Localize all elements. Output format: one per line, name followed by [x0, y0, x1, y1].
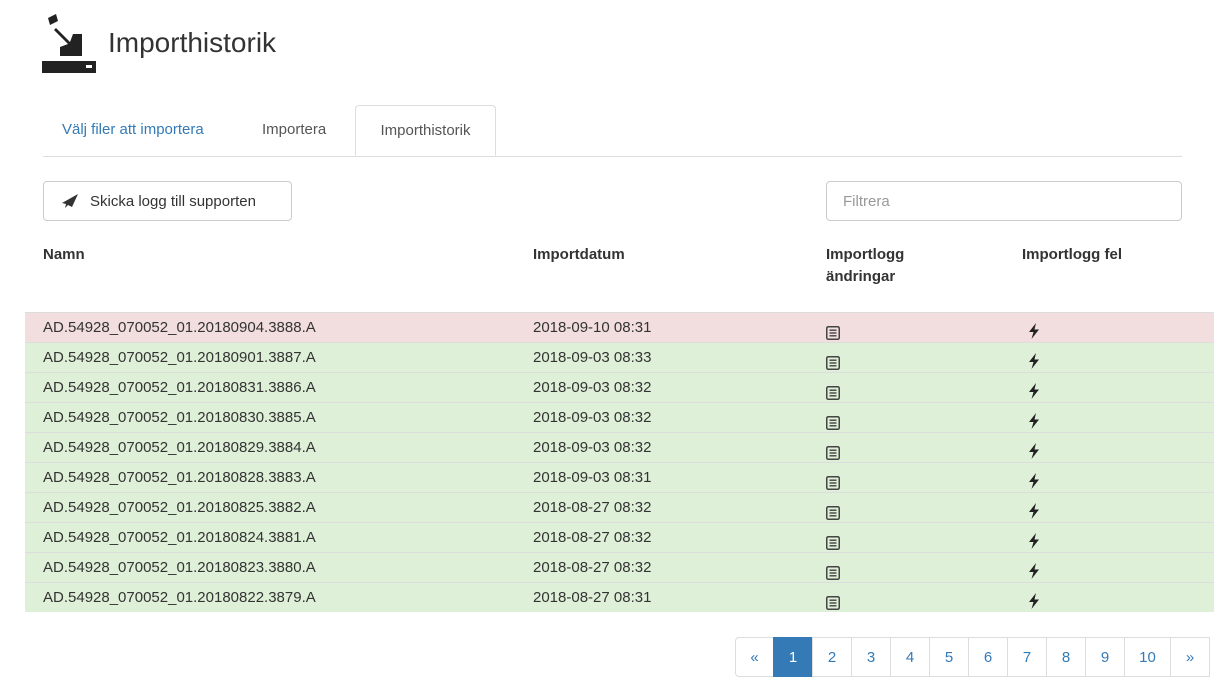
tab-bar: Välj filer att importera Importera Impor…	[43, 105, 1182, 157]
file-name: AD.54928_070052_01.20180831.3886.A	[43, 379, 316, 396]
file-name: AD.54928_070052_01.20180828.3883.A	[43, 469, 316, 486]
page-link[interactable]: 8	[1046, 637, 1086, 677]
file-name: AD.54928_070052_01.20180825.3882.A	[43, 499, 316, 516]
filter-input[interactable]	[826, 181, 1182, 221]
table-row: AD.54928_070052_01.20180828.3883.A 2018-0…	[25, 462, 1214, 492]
file-name: AD.54928_070052_01.20180823.3880.A	[43, 559, 316, 576]
table-row: AD.54928_070052_01.20180824.3881.A 2018-0…	[25, 522, 1214, 552]
file-name: AD.54928_070052_01.20180824.3881.A	[43, 529, 316, 546]
import-date: 2018-08-27 08:32	[533, 499, 652, 516]
pagination-prev[interactable]: «	[735, 637, 774, 677]
import-date: 2018-08-27 08:31	[533, 589, 652, 606]
table-row: AD.54928_070052_01.20180830.3885.A 2018-0…	[25, 402, 1214, 432]
table-row: AD.54928_070052_01.20180904.3888.A 2018-0…	[25, 312, 1214, 342]
page-link[interactable]: 7	[1007, 637, 1047, 677]
column-header-name[interactable]: Namn	[43, 244, 85, 266]
page-header	[42, 14, 98, 76]
list-document-icon[interactable]	[826, 591, 840, 621]
pagination: « 1 2 3 4 5 6 7 8 9 10 »	[735, 637, 1210, 677]
import-date: 2018-08-27 08:32	[533, 529, 652, 546]
page-link[interactable]: 6	[968, 637, 1008, 677]
send-log-button[interactable]: Skicka logg till supporten	[43, 181, 292, 221]
page-link[interactable]: 3	[851, 637, 891, 677]
page-link[interactable]: 1	[773, 637, 813, 677]
table-row: AD.54928_070052_01.20180831.3886.A 2018-0…	[25, 372, 1214, 402]
column-header-date[interactable]: Importdatum	[533, 244, 625, 266]
column-header-log-changes[interactable]: Importlogg ändringar	[826, 244, 936, 288]
table-row: AD.54928_070052_01.20180901.3887.A 2018-0…	[25, 342, 1214, 372]
import-date: 2018-09-03 08:32	[533, 439, 652, 456]
import-date: 2018-09-03 08:32	[533, 379, 652, 396]
table-row: AD.54928_070052_01.20180825.3882.A 2018-0…	[25, 492, 1214, 522]
paper-plane-icon	[62, 194, 78, 208]
import-history-table: AD.54928_070052_01.20180904.3888.A 2018-0…	[25, 312, 1214, 612]
import-date: 2018-09-03 08:33	[533, 349, 652, 366]
table-row: AD.54928_070052_01.20180829.3884.A 2018-0…	[25, 432, 1214, 462]
page-link[interactable]: 2	[812, 637, 852, 677]
file-name: AD.54928_070052_01.20180830.3885.A	[43, 409, 316, 426]
import-date: 2018-08-27 08:32	[533, 559, 652, 576]
page-link[interactable]: 10	[1124, 637, 1171, 677]
pagination-next[interactable]: »	[1170, 637, 1210, 677]
tab-import-history[interactable]: Importhistorik	[355, 105, 496, 156]
file-name: AD.54928_070052_01.20180904.3888.A	[43, 319, 316, 336]
table-row: AD.54928_070052_01.20180823.3880.A 2018-0…	[25, 552, 1214, 582]
file-name: AD.54928_070052_01.20180829.3884.A	[43, 439, 316, 456]
file-name: AD.54928_070052_01.20180901.3887.A	[43, 349, 316, 366]
send-log-label: Skicka logg till supporten	[90, 192, 256, 210]
page-link[interactable]: 4	[890, 637, 930, 677]
import-date: 2018-09-03 08:31	[533, 469, 652, 486]
page-link[interactable]: 5	[929, 637, 969, 677]
import-date: 2018-09-03 08:32	[533, 409, 652, 426]
page-title: Importhistorik	[108, 27, 277, 58]
import-arrow-icon	[42, 14, 96, 73]
tab-import[interactable]: Importera	[246, 105, 342, 155]
import-date: 2018-09-10 08:31	[533, 319, 652, 336]
table-row: AD.54928_070052_01.20180822.3879.A 2018-0…	[25, 582, 1214, 612]
lightning-bolt-icon[interactable]	[1028, 590, 1040, 620]
column-header-log-errors[interactable]: Importlogg fel	[1022, 244, 1122, 266]
file-name: AD.54928_070052_01.20180822.3879.A	[43, 589, 316, 606]
page-link[interactable]: 9	[1085, 637, 1125, 677]
tab-select-files[interactable]: Välj filer att importera	[46, 105, 220, 155]
